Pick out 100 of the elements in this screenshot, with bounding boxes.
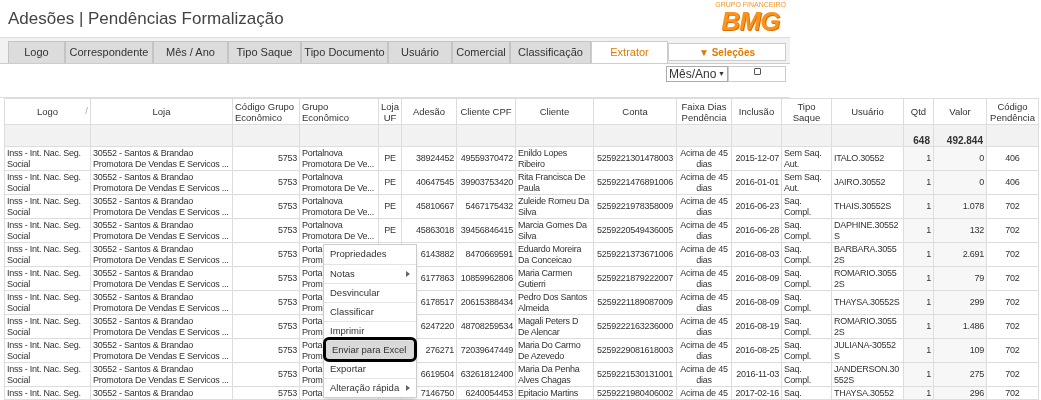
table-cell: 10859962806	[460, 273, 513, 283]
table-cell: 5259221189087009	[597, 297, 673, 307]
table-cell: 109	[969, 345, 984, 355]
table-cell: Portalnova Promotora De Ve...	[302, 195, 375, 217]
table-cell: Inss - Int. Nac. Seg. Social	[7, 171, 81, 193]
table-cell: Porta	[302, 388, 323, 398]
menu-item[interactable]: Notas	[324, 264, 416, 283]
table-cell: 2016-01-01	[735, 177, 779, 187]
table-cell: 39456846415	[460, 225, 513, 235]
checkbox[interactable]	[753, 68, 761, 75]
table-cell: 5753	[277, 321, 297, 331]
table-cell: 1	[926, 153, 931, 163]
table-cell: THAIS.30552S	[834, 201, 892, 211]
table-cell: 1.078	[962, 201, 984, 211]
table-cell: 5753	[277, 153, 297, 163]
menu-item[interactable]: Desvincular	[324, 283, 416, 302]
table-cell: 2016-06-28	[735, 225, 779, 235]
input-field[interactable]	[728, 66, 786, 82]
table-cell: 30552 - Santos & Brandao Promotora De Vendas E Servicos ...	[93, 363, 229, 385]
column-header[interactable]: Usuário	[851, 106, 884, 117]
tab[interactable]: Classificação	[510, 41, 591, 63]
table-cell: 702	[1005, 345, 1020, 355]
table-cell: Inss - Int. Nac. Seg. Social	[7, 291, 81, 313]
column-header[interactable]: Loja	[152, 106, 171, 117]
table-cell: 1	[926, 297, 931, 307]
table-cell: 5753	[277, 249, 297, 259]
table-cell: Porta Prom	[302, 363, 323, 385]
table-cell: 702	[1005, 388, 1020, 398]
table-cell: Acima de 45 dias	[680, 195, 728, 217]
table-cell: Acima de 45 dias	[680, 315, 728, 337]
table-cell: Marcia Gomes Da Silva	[518, 219, 587, 241]
menu-item[interactable]: Propriedades	[324, 245, 416, 264]
table-cell: 2015-12-07	[735, 153, 779, 163]
tab[interactable]: Mês / Ano	[153, 41, 228, 63]
table-cell: Acima de 45 dias	[680, 291, 728, 313]
table-cell: 1	[926, 321, 931, 331]
table-cell: Saq. Compl.	[784, 267, 811, 289]
table-cell: Portalnova Promotora De Ve...	[302, 219, 375, 241]
table-cell: BARBARA.30552S	[834, 243, 897, 265]
table-cell: 2016-08-09	[735, 297, 779, 307]
table-cell: 2016-08-25	[735, 345, 779, 355]
tab[interactable]: Logo	[8, 41, 65, 63]
table-cell: Acima de 45	[680, 388, 728, 398]
table-cell: 5259221978358009	[596, 201, 674, 211]
table-cell: 30552 - Santos & Brandao Promotora De Vendas E Servicos ...	[93, 315, 229, 337]
table-cell: Inss - Int. Nac. Seg. Social	[7, 147, 81, 169]
table-cell: 1	[926, 225, 931, 235]
table-cell: 702	[1005, 297, 1020, 307]
table-cell: 63261812400	[460, 369, 513, 379]
table-cell: 5259221879222007	[596, 273, 674, 283]
table-cell: Inss - Int. Nac. Seg. Social	[7, 219, 81, 241]
table-cell: 30552 - Santos & Brandao	[93, 388, 194, 398]
tab[interactable]: Comercial	[452, 41, 510, 63]
column-header[interactable]: Conta	[622, 106, 648, 117]
table-cell: 7146750	[420, 388, 454, 398]
table-cell: Magali Peters D De Alencar	[518, 315, 579, 337]
tab[interactable]: Tipo Documento	[301, 41, 388, 63]
table-cell: 5753	[277, 177, 297, 187]
table-cell: Saq.	[784, 388, 802, 398]
column-header[interactable]: Logo	[36, 106, 59, 117]
table-cell: 20615388434	[460, 297, 513, 307]
table-cell: Inss - Int. Nac. Seg. Social	[7, 363, 81, 385]
table-cell: 38924452	[415, 153, 454, 163]
table-cell: 1	[926, 177, 931, 187]
tab[interactable]: Correspondente	[65, 41, 153, 63]
table-cell: Portalnova Promotora De Ve...	[302, 171, 375, 193]
table-cell: 299	[969, 297, 984, 307]
menu-item[interactable]: Enviar para Excel	[326, 340, 414, 359]
menu-item[interactable]: Exportar	[324, 359, 416, 378]
table-cell: THAYSA.30552S	[834, 297, 900, 307]
table-cell: 30552 - Santos & Brandao Promotora De Vendas E Servicos ...	[93, 291, 229, 313]
table-cell: Enildo Lopes Ribeiro	[518, 147, 568, 169]
table-cell: Eduardo Moreira Da Conceicao	[518, 243, 582, 265]
table-cell: 1	[926, 345, 931, 355]
tab[interactable]: Usuário	[388, 41, 452, 63]
table-cell: 1	[926, 388, 931, 398]
table-cell: Maria Do Carmo De Azevedo	[518, 339, 581, 361]
table-cell: ROMARIO.30552S	[834, 315, 897, 337]
column-header[interactable]: Valor	[949, 106, 971, 117]
table-cell: 5259221301478003	[596, 153, 674, 163]
table-cell: Inss - Int. Nac. Seg. Social	[7, 339, 81, 361]
table-cell: Saq. Compl.	[784, 243, 811, 265]
table-cell: Sem Saq. Aut.	[784, 147, 822, 169]
table-cell: 30552 - Santos & Brandao Promotora De Vendas E Servicos ...	[93, 339, 229, 361]
table-cell: 30552 - Santos & Brandao Promotora De Vendas E Servicos ...	[93, 243, 229, 265]
table-cell: Saq. Compl.	[784, 195, 811, 217]
table-cell: Acima de 45 dias	[680, 243, 728, 265]
table-cell: Inss - Int. Nac. Seg. Social	[7, 195, 81, 217]
table-cell: 702	[1005, 225, 1020, 235]
table-cell: PE	[384, 225, 396, 235]
table-cell: 1.486	[962, 321, 984, 331]
table-cell: 2016-08-09	[735, 273, 779, 283]
column-header[interactable]: Cliente	[539, 106, 570, 117]
table-cell: Pedro Dos Santos Almeida	[518, 291, 588, 313]
total-value: 648	[913, 135, 930, 146]
menu-item[interactable]: Classificar	[324, 302, 416, 321]
menu-item[interactable]: Alteração rápida	[324, 378, 416, 397]
table-cell: 2016-11-03	[736, 369, 779, 379]
table-cell: 5259221373671006	[596, 249, 674, 259]
tab[interactable]: Tipo Saque	[228, 41, 301, 63]
